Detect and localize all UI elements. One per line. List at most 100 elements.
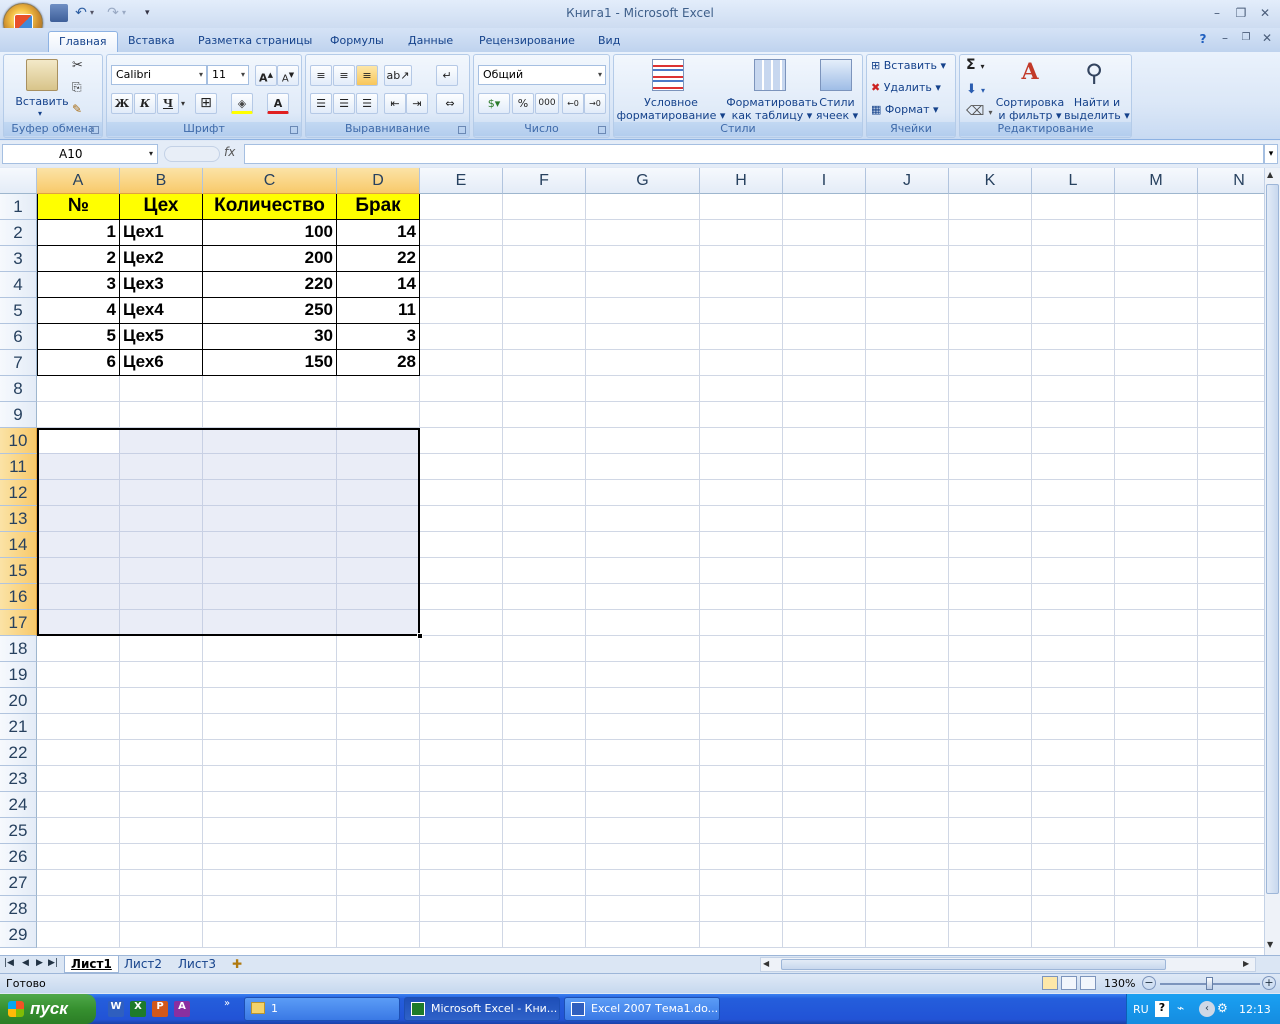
row-header-12[interactable]: 12 [0,480,37,506]
table-cell[interactable]: 14 [337,272,420,298]
vertical-scroll-thumb[interactable] [1266,184,1279,894]
align-left-icon[interactable]: ☰ [310,93,332,114]
sheet-tab-2[interactable]: Лист2 [118,956,168,973]
borders-icon[interactable]: ⊞ [195,93,217,114]
table-cell[interactable]: 3 [37,272,120,298]
table-cell[interactable]: Цех5 [120,324,203,350]
customize-qat-icon[interactable]: ▾ [145,4,163,22]
font-launcher-icon[interactable] [290,126,298,134]
zoom-level[interactable]: 130% [1104,977,1135,990]
row-header-26[interactable]: 26 [0,844,37,870]
scroll-left-icon[interactable]: ◀ [763,959,769,968]
row-header-14[interactable]: 14 [0,532,37,558]
scroll-up-icon[interactable]: ▲ [1267,170,1273,179]
row-header-6[interactable]: 6 [0,324,37,350]
shrink-font-icon[interactable]: A▼ [277,65,299,86]
format-painter-icon[interactable]: ✎ [72,103,82,116]
row-header-29[interactable]: 29 [0,922,37,948]
insert-cells-button[interactable]: ⊞ Вставить ▾ [871,59,946,72]
row-header-1[interactable]: 1 [0,194,37,220]
table-cell[interactable]: 250 [203,298,337,324]
fill-color-icon[interactable]: ◈ [231,93,253,114]
row-header-19[interactable]: 19 [0,662,37,688]
row-header-11[interactable]: 11 [0,454,37,480]
active-cell[interactable] [39,430,119,453]
table-cell[interactable]: 14 [337,220,420,246]
table-cell[interactable]: Цех4 [120,298,203,324]
horizontal-scroll-thumb[interactable] [781,959,1166,970]
table-cell[interactable]: 11 [337,298,420,324]
table-cell[interactable]: 200 [203,246,337,272]
close-icon[interactable]: ✕ [1254,4,1276,22]
wrap-text-icon[interactable]: ↵ [436,65,458,86]
table-cell[interactable]: 1 [37,220,120,246]
redo-dropdown-icon[interactable]: ▾ [122,4,140,22]
thousands-button[interactable]: 000 [535,93,559,114]
row-header-3[interactable]: 3 [0,246,37,272]
paste-dropdown-icon[interactable]: ▾ [38,107,42,120]
merge-center-icon[interactable]: ⇔ [436,93,464,114]
font-size-combo[interactable]: 11 ▾ [207,65,249,85]
restore-icon[interactable]: ❐ [1230,4,1252,22]
find-select-button[interactable]: Найти и выделить ▾ [1064,96,1130,122]
clear-icon[interactable]: ⌫ ▾ [966,105,993,119]
align-middle-icon[interactable]: ≡ [333,65,355,86]
table-cell[interactable]: Цех3 [120,272,203,298]
normal-view-icon[interactable] [1042,976,1058,990]
row-header-9[interactable]: 9 [0,402,37,428]
expand-formula-bar-icon[interactable]: ▾ [1264,144,1278,164]
zoom-out-icon[interactable]: − [1142,976,1156,990]
row-header-22[interactable]: 22 [0,740,37,766]
workbook-close-icon[interactable]: ✕ [1256,29,1278,47]
start-button[interactable]: пуск [0,994,96,1024]
row-header-15[interactable]: 15 [0,558,37,584]
column-header-c[interactable]: C [203,168,337,194]
italic-button[interactable]: К [134,93,156,114]
insert-function-icon[interactable]: fx [224,145,235,159]
next-sheet-icon[interactable]: ▶ [36,958,43,968]
task-excel[interactable]: Microsoft Excel - Кни... [404,997,560,1021]
tab-page-layout[interactable]: Разметка страницы [188,31,322,52]
table-cell[interactable]: 6 [37,350,120,376]
format-as-table-button[interactable]: Форматировать как таблицу ▾ [724,96,820,122]
row-header-4[interactable]: 4 [0,272,37,298]
page-break-view-icon[interactable] [1080,976,1096,990]
table-cell[interactable]: 150 [203,350,337,376]
column-header-b[interactable]: B [120,168,203,194]
horizontal-scrollbar[interactable]: ◀ ▶ [760,957,1256,972]
row-header-20[interactable]: 20 [0,688,37,714]
row-header-5[interactable]: 5 [0,298,37,324]
underline-button[interactable]: Ч [157,93,179,114]
zoom-in-icon[interactable]: + [1262,976,1276,990]
tab-review[interactable]: Рецензирование [469,31,585,52]
insert-sheet-icon[interactable]: ✚ [226,956,248,973]
redo-icon[interactable]: ↷ [104,4,122,22]
row-header-18[interactable]: 18 [0,636,37,662]
row-header-21[interactable]: 21 [0,714,37,740]
delete-cells-button[interactable]: ✖ Удалить ▾ [871,81,941,94]
tab-view[interactable]: Вид [588,31,630,52]
column-header-h[interactable]: H [700,168,783,194]
column-header-g[interactable]: G [586,168,700,194]
column-header-k[interactable]: K [949,168,1032,194]
sort-filter-button[interactable]: Сортировка и фильтр ▾ [994,96,1066,122]
row-header-10[interactable]: 10 [0,428,37,454]
alignment-launcher-icon[interactable] [458,126,466,134]
fill-icon[interactable]: ⬇ ▾ [966,83,985,97]
row-header-27[interactable]: 27 [0,870,37,896]
font-color-icon[interactable]: A [267,93,289,114]
tab-home[interactable]: Главная [48,31,118,52]
grow-font-icon[interactable]: A▲ [255,65,277,86]
spreadsheet-grid[interactable]: A B C D E F G H I J K L M N 1 2 3 4 5 6 7 8 9 10 11 12 13 14 15 16 17 1… [0,168,1264,955]
word-quicklaunch-icon[interactable]: W [108,1001,124,1017]
quicklaunch-more-icon[interactable]: » [224,998,230,1009]
cut-icon[interactable]: ✂ [72,59,83,72]
conditional-formatting-button[interactable]: Условное форматирование ▾ [616,96,726,122]
currency-format-icon[interactable]: $▾ [478,93,510,114]
language-indicator[interactable]: RU [1133,1003,1149,1016]
decrease-decimal-icon[interactable]: →0 [584,93,606,114]
row-header-24[interactable]: 24 [0,792,37,818]
bold-button[interactable]: Ж [111,93,133,114]
table-header-cell[interactable]: № [37,194,120,220]
align-bottom-icon[interactable]: ≡ [356,65,378,86]
